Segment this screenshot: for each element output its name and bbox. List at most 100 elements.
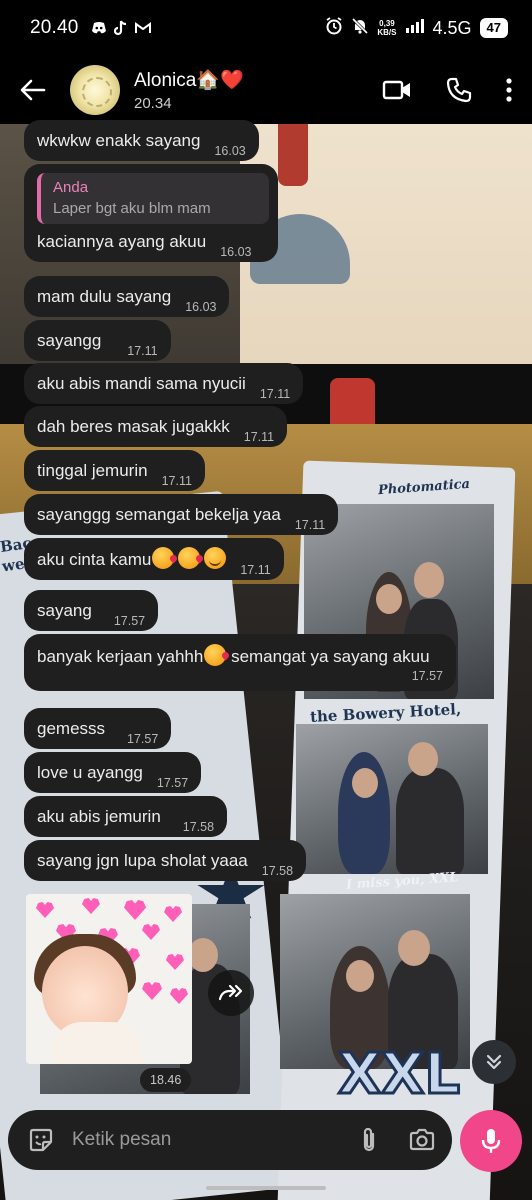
sticker-emoji-button[interactable]: [28, 1127, 54, 1153]
message-bubble[interactable]: love u ayangg 17.57: [24, 752, 202, 793]
message-bubble[interactable]: aku abis mandi sama nyucii 17.11: [24, 363, 304, 404]
voice-call-button[interactable]: [446, 77, 472, 103]
attach-button[interactable]: [360, 1126, 378, 1154]
wallpaper-xxl-text: XXL: [336, 1041, 461, 1109]
message-text: tinggal jemurin: [37, 461, 148, 480]
message-input-bar: [8, 1110, 452, 1170]
message-text-part: semangat ya sayang akuu: [226, 647, 430, 666]
arrow-left-icon: [20, 79, 46, 101]
reply-author: Anda: [53, 179, 89, 196]
camera-button[interactable]: [408, 1128, 436, 1152]
message-time: 17.57: [127, 732, 159, 746]
face-blowing-kiss-emoji: [178, 547, 201, 569]
alarm-icon: [325, 16, 343, 40]
net-speed-unit: KB/S: [377, 28, 397, 37]
message-time: 17.11: [243, 430, 275, 444]
message-time: 16.03: [214, 144, 246, 158]
reply-quote[interactable]: Anda Laper bgt aku blm mam: [37, 173, 269, 224]
status-right: 0,39 KB/S 4.5G 47: [325, 16, 508, 40]
phone-icon: [446, 77, 472, 103]
network-type: 4.5G: [432, 17, 472, 38]
forward-button[interactable]: [208, 970, 254, 1016]
sticker-emoji-icon: [29, 1128, 53, 1152]
status-time: 20.40: [30, 17, 79, 38]
face-blowing-kiss-emoji: [204, 644, 227, 666]
message-bubble[interactable]: aku abis jemurin 17.58: [24, 796, 228, 837]
notification-icons: [91, 20, 151, 36]
message-bubble[interactable]: tinggal jemurin 17.11: [24, 450, 205, 491]
message-time: 16.03: [220, 245, 252, 259]
voice-message-button[interactable]: [460, 1110, 522, 1172]
contact-name: Alonica🏠❤️: [134, 70, 244, 91]
message-time: 17.11: [161, 474, 192, 488]
signal-icon: [405, 18, 425, 39]
battery-level: 47: [479, 18, 508, 38]
back-button[interactable]: [16, 73, 50, 107]
message-bubble[interactable]: sayangg 17.11: [24, 320, 171, 361]
video-call-button[interactable]: [382, 79, 412, 101]
double-chevron-down-icon: [486, 1054, 502, 1070]
message-text: sayanggg semangat bekelja yaa: [37, 505, 281, 524]
message-bubble[interactable]: sayang jgn lupa sholat yaaa 17.58: [24, 840, 307, 881]
message-text: banyak kerjaan yahhh semangat ya sayang …: [37, 643, 443, 671]
message-bubble[interactable]: wkwkw enakk sayang 16.03: [24, 120, 259, 161]
video-call-icon: [382, 80, 410, 100]
discord-icon: [91, 20, 107, 36]
message-bubble[interactable]: gemesss 17.57: [24, 708, 172, 749]
message-input[interactable]: [72, 1129, 342, 1151]
message-text: love u ayangg: [37, 763, 143, 782]
message-time: 17.57: [113, 614, 146, 628]
message-time: 17.58: [182, 820, 215, 834]
message-text: wkwkw enakk sayang: [37, 131, 201, 150]
message-time: 17.11: [259, 387, 291, 401]
message-text: sayangg: [37, 331, 102, 350]
smiling-face-emoji: [204, 547, 227, 569]
message-bubble[interactable]: sayang 17.57: [24, 590, 159, 631]
contact-info[interactable]: Alonica🏠❤️ 20.34: [134, 68, 244, 112]
sticker-time: 18.46: [140, 1068, 192, 1092]
more-options-button[interactable]: [506, 78, 512, 102]
message-time: 16.03: [185, 300, 217, 314]
header-actions: [382, 77, 516, 103]
message-text-content: aku cinta kamu: [37, 550, 152, 569]
message-text: sayang jgn lupa sholat yaaa: [37, 851, 248, 870]
paperclip-icon: [363, 1127, 375, 1152]
camera-icon: [409, 1128, 435, 1151]
message-text: aku cinta kamu: [37, 547, 227, 572]
sticker-message[interactable]: [26, 894, 192, 1064]
gmail-icon: [134, 20, 151, 36]
message-time: 17.57: [156, 776, 189, 790]
message-text-part: banyak kerjaan yahhh: [37, 647, 204, 666]
message-text: aku abis jemurin: [37, 807, 161, 826]
message-time: 17.58: [261, 864, 294, 878]
net-speed: 0,39 KB/S: [377, 19, 396, 37]
contact-avatar[interactable]: [70, 65, 120, 115]
message-bubble-with-reply[interactable]: Anda Laper bgt aku blm mam kaciannya aya…: [24, 164, 278, 262]
tiktok-icon: [113, 20, 129, 36]
face-blowing-kiss-emoji: [152, 547, 175, 569]
message-text: sayang: [37, 601, 92, 620]
status-bar: 20.40 0,39 KB/S 4.5G 47: [0, 0, 532, 56]
wallpaper-left-text-2: we: [0, 554, 26, 576]
more-vertical-icon: [506, 78, 512, 102]
message-text: aku abis mandi sama nyucii: [37, 374, 246, 393]
last-seen: 20.34: [134, 95, 172, 112]
mute-bell-icon: [351, 17, 369, 40]
photo-frame-2: [296, 724, 488, 874]
reply-text: Laper bgt aku blm mam: [53, 200, 211, 217]
scroll-to-bottom-button[interactable]: [472, 1040, 516, 1084]
microphone-icon: [481, 1129, 501, 1153]
message-text: mam dulu sayang: [37, 287, 172, 306]
chat-header: Alonica🏠❤️ 20.34: [0, 56, 532, 124]
wallpaper-red-object: [278, 124, 308, 186]
forward-icon: [218, 984, 243, 1001]
message-text: kaciannya ayang akuu: [37, 232, 207, 251]
message-text: dah beres masak jugakkk: [37, 417, 230, 436]
message-bubble[interactable]: dah beres masak jugakkk 17.11: [24, 406, 288, 447]
message-time: 17.11: [240, 563, 271, 577]
message-bubble[interactable]: aku cinta kamu 17.11: [24, 538, 284, 580]
message-bubble[interactable]: sayanggg semangat bekelja yaa 17.11: [24, 494, 339, 535]
message-bubble[interactable]: mam dulu sayang 16.03: [24, 276, 230, 317]
message-bubble-multiline[interactable]: banyak kerjaan yahhh semangat ya sayang …: [24, 634, 456, 691]
home-indicator: [206, 1186, 326, 1190]
